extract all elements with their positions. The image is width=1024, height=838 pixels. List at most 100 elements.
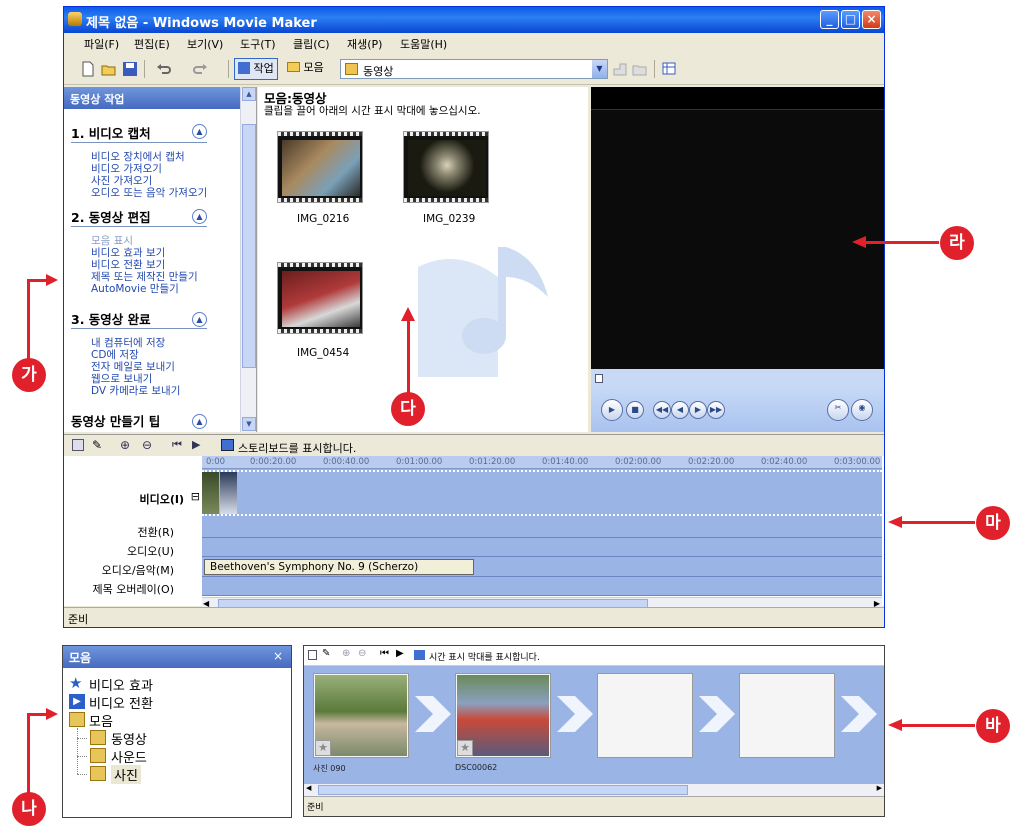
transition-arrow-icon[interactable] [557,696,593,732]
storyboard-frame[interactable]: ★ [313,673,409,758]
take-picture-icon[interactable]: ◉ [851,399,873,421]
menu-clip[interactable]: 클립(C) [293,36,330,52]
tree-item-video[interactable]: 동영상 [111,729,147,748]
timeline-icon[interactable] [414,650,425,660]
play-timeline-icon[interactable]: ▶ [192,438,200,451]
collections-button[interactable]: 모음 [284,58,327,80]
effect-star-icon[interactable]: ★ [315,740,331,756]
zoom-out-icon[interactable]: ⊖ [142,438,152,452]
stop-icon[interactable]: ■ [626,401,644,419]
storyboard-icon[interactable] [221,439,234,451]
scroll-right-icon[interactable]: ▶ [877,784,882,792]
storyboard-frame[interactable]: ★ [455,673,551,758]
menu-tools[interactable]: 도구(T) [240,36,276,52]
menu-view[interactable]: 보기(V) [187,36,223,52]
scroll-thumb[interactable] [242,124,256,368]
show-timeline-button[interactable]: 시간 표시 막대를 표시합니다. [429,650,540,663]
narrate-microphone-icon[interactable]: ✎ [92,438,102,452]
seek-bar[interactable] [591,369,884,387]
collapse-chevron-icon[interactable]: ▲ [192,209,207,224]
save-project-icon[interactable] [122,61,138,77]
storyboard-scrollbar[interactable]: ◀ ▶ [304,784,884,796]
storyboard-empty-frame[interactable] [597,673,693,758]
effect-star-icon[interactable]: ★ [457,740,473,756]
ruler-tick-label: 0:00:20.00 [250,457,297,467]
show-storyboard-button[interactable]: 스토리보드를 표시합니다. [238,440,356,456]
clip-thumbnail[interactable] [277,262,363,334]
rewind-icon[interactable]: ⏮ [380,648,389,659]
audio-levels-icon[interactable] [308,650,317,660]
audio-track[interactable] [202,538,882,557]
menu-edit[interactable]: 편집(E) [134,36,170,52]
open-project-icon[interactable] [101,61,117,77]
timeline-tracks[interactable]: 0:00 0:00:20.00 0:00:40.00 0:01:00.00 0:… [202,456,882,596]
expand-video-icon[interactable]: ⊟ [191,490,200,503]
music-clip[interactable]: Beethoven's Symphony No. 9 (Scherzo) [204,559,474,575]
transition-arrow-icon[interactable] [841,696,877,732]
collapse-chevron-icon[interactable]: ▲ [192,124,207,139]
redo-icon[interactable] [192,61,208,77]
next-frame-icon[interactable]: ▶▶ [707,401,725,419]
transition-track[interactable] [202,518,882,538]
audio-music-track[interactable]: Beethoven's Symphony No. 9 (Scherzo) [202,557,882,577]
set-audio-levels-icon[interactable] [72,439,84,451]
rewind-icon[interactable]: ◀ [671,401,689,419]
time-ruler[interactable]: 0:00 0:00:20.00 0:00:40.00 0:01:00.00 0:… [202,456,882,469]
new-project-icon[interactable] [80,61,96,77]
split-clip-icon[interactable]: ✂ [827,399,849,421]
collapse-chevron-icon[interactable]: ▲ [192,414,207,429]
close-button[interactable]: × [862,10,881,29]
forward-icon[interactable]: ▶ [689,401,707,419]
video-track[interactable] [202,470,882,516]
zoom-out-icon[interactable]: ⊖ [358,648,366,659]
rewind-timeline-icon[interactable]: ⏮ [172,438,182,452]
tree-item-video-effects[interactable]: 비디오 효과 [89,675,153,694]
scroll-down-icon[interactable]: ▼ [242,417,256,431]
title-overlay-track[interactable] [202,577,882,596]
previous-frame-icon[interactable]: ◀◀ [653,401,671,419]
play-icon[interactable]: ▶ [601,399,623,421]
collapse-chevron-icon[interactable]: ▲ [192,312,207,327]
scroll-up-icon[interactable]: ▲ [242,87,256,101]
views-icon[interactable] [662,61,678,77]
scroll-left-icon[interactable]: ◀ [306,784,311,792]
section-edit-title[interactable]: 2. 동영상 편집 [71,207,207,227]
section-capture-title[interactable]: 1. 비디오 캡처 [71,123,207,143]
tasks-button[interactable]: 작업 [234,58,278,80]
section-finish-title[interactable]: 3. 동영상 완료 [71,309,207,329]
menu-help[interactable]: 도움말(H) [400,36,447,52]
tree-item-video-transitions[interactable]: 비디오 전환 [89,693,153,712]
video-clip[interactable] [220,472,237,514]
storyboard-empty-frame[interactable] [739,673,835,758]
menu-play[interactable]: 재생(P) [347,36,382,52]
collections-pane-close-button[interactable]: × [273,649,283,663]
tree-item-sound[interactable]: 사운드 [111,747,147,766]
storyboard-area[interactable]: ★ ★ 사진 090 DSC00062 [304,666,884,784]
tree-item-photos[interactable]: 사진 [111,765,141,784]
new-collection-icon[interactable] [632,61,648,77]
maximize-button[interactable]: □ [841,10,860,29]
tree-item-collections[interactable]: 모음 [89,711,113,730]
narrate-icon[interactable]: ✎ [322,648,330,659]
chevron-down-icon[interactable]: ▼ [592,60,607,78]
seek-thumb[interactable] [595,374,603,383]
zoom-in-icon[interactable]: ⊕ [342,648,350,659]
zoom-in-icon[interactable]: ⊕ [120,438,130,452]
task-pane-scrollbar[interactable]: ▲ ▼ [240,87,256,432]
play-icon[interactable]: ▶ [396,648,404,659]
undo-icon[interactable] [156,61,172,77]
clip-thumbnail[interactable] [277,131,363,203]
video-clip[interactable] [202,472,219,514]
transition-arrow-icon[interactable] [415,696,451,732]
transition-arrow-icon[interactable] [699,696,735,732]
scroll-thumb[interactable] [318,785,688,795]
section-tips-title[interactable]: 동영상 만들기 팁 [71,411,207,430]
up-level-icon[interactable] [612,61,628,77]
task-send-dv-camera[interactable]: DV 카메라로 보내기 [91,383,180,398]
task-import-audio[interactable]: 오디오 또는 음악 가져오기 [91,185,207,200]
collection-combo[interactable]: 동영상 ▼ [340,59,608,79]
task-automovie[interactable]: AutoMovie 만들기 [91,281,179,296]
menu-file[interactable]: 파일(F) [84,36,119,52]
minimize-button[interactable]: _ [820,10,839,29]
clip-thumbnail[interactable] [403,131,489,203]
